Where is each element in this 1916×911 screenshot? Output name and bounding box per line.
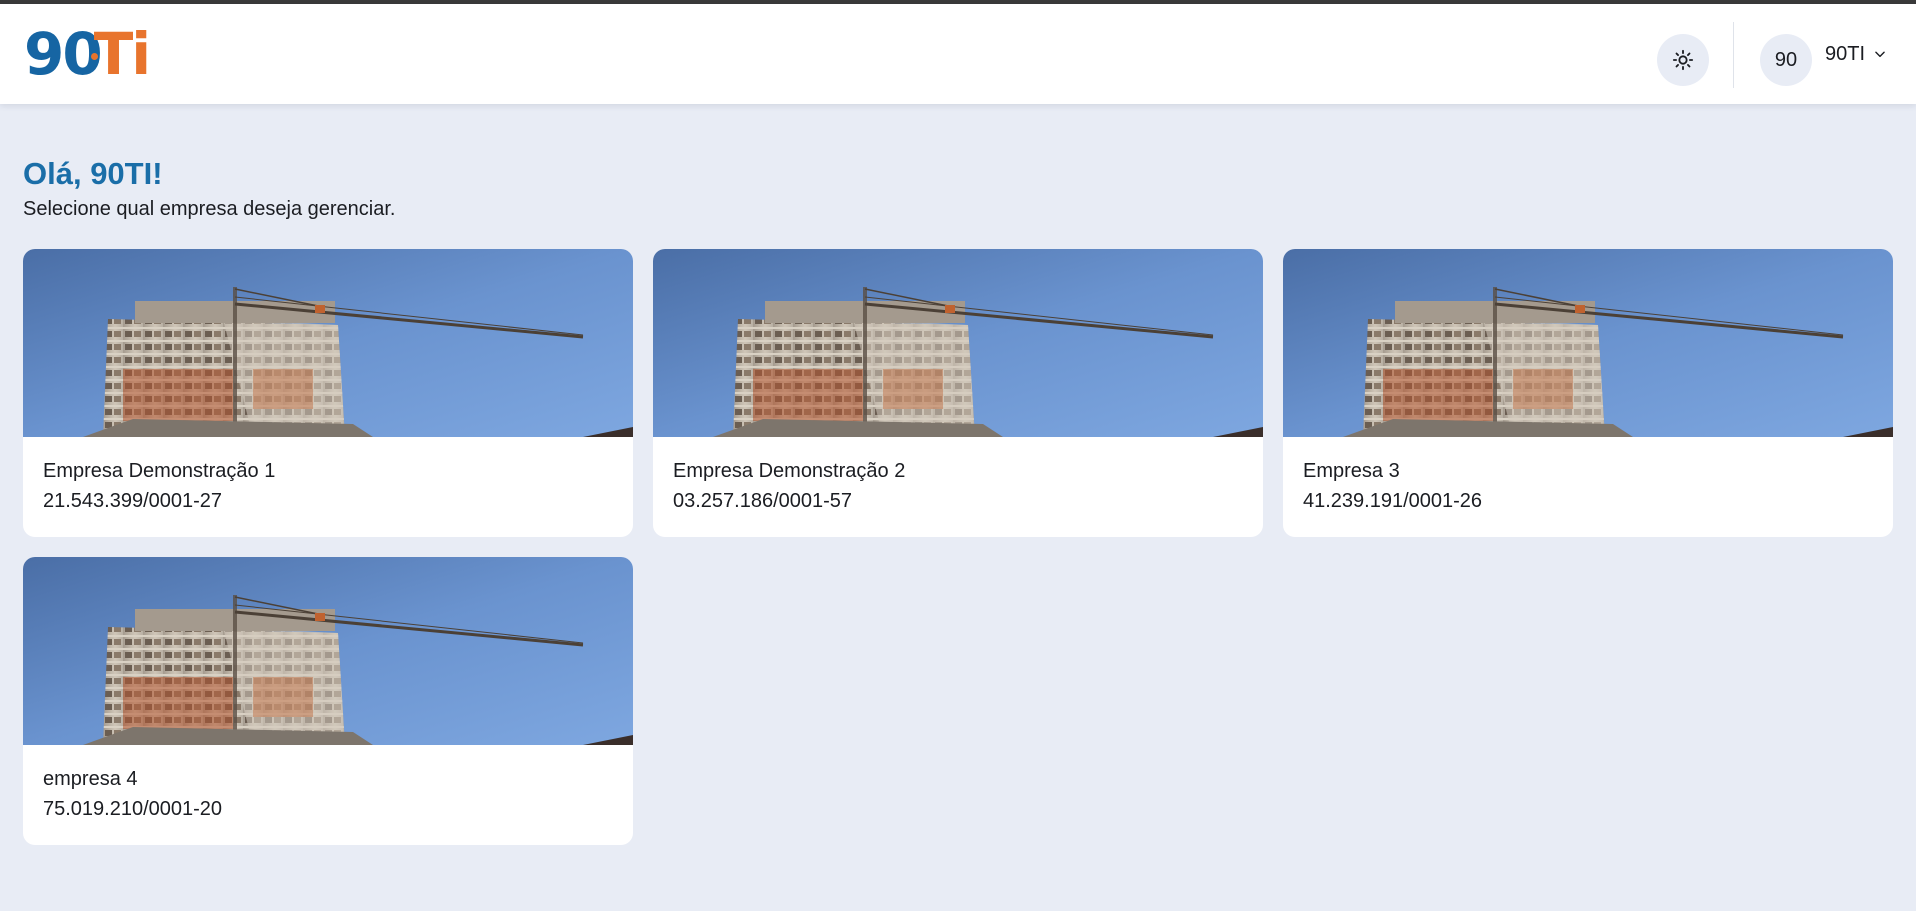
- user-menu-button[interactable]: 90TI: [1825, 40, 1887, 68]
- company-image: [23, 557, 633, 745]
- logo-dot: [90, 52, 98, 60]
- chevron-down-icon: [1875, 51, 1885, 58]
- company-name: Empresa Demonstração 1: [43, 460, 276, 482]
- company-name: empresa 4: [43, 768, 138, 790]
- theme-toggle-button[interactable]: [1657, 34, 1709, 86]
- sun-icon: [1672, 49, 1694, 71]
- user-name: 90TI: [1825, 42, 1866, 65]
- company-card[interactable]: empresa 4 75.019.210/0001-20: [23, 557, 633, 845]
- company-cnpj: 03.257.186/0001-57: [673, 490, 853, 512]
- company-cnpj: 75.019.210/0001-20: [43, 798, 223, 820]
- company-cnpj: 21.543.399/0001-27: [43, 490, 223, 512]
- brand-logo[interactable]: 9 0 Ti: [24, 20, 151, 88]
- page-subtitle: Selecione qual empresa deseja gerenciar.: [23, 198, 396, 220]
- company-card[interactable]: Empresa Demonstração 1 21.543.399/0001-2…: [23, 249, 633, 537]
- header-divider: [1733, 22, 1734, 88]
- company-image: [1283, 249, 1893, 437]
- company-image: [23, 249, 633, 437]
- company-card[interactable]: Empresa Demonstração 2 03.257.186/0001-5…: [653, 249, 1263, 537]
- company-grid: Empresa Demonstração 1 21.543.399/0001-2…: [23, 249, 1893, 845]
- app-header: 9 0 Ti 90 90TI: [0, 4, 1916, 104]
- company-name: Empresa 3: [1303, 460, 1400, 482]
- company-image: [653, 249, 1263, 437]
- logo-part-3: Ti: [93, 20, 151, 88]
- logo-part-1: 9: [24, 20, 64, 88]
- company-name: Empresa Demonstração 2: [673, 460, 906, 482]
- avatar[interactable]: 90: [1760, 34, 1812, 86]
- company-cnpj: 41.239.191/0001-26: [1303, 490, 1483, 512]
- avatar-initials: 90: [1774, 48, 1798, 71]
- page-title: Olá, 90TI!: [23, 156, 163, 191]
- company-card[interactable]: Empresa 3 41.239.191/0001-26: [1283, 249, 1893, 537]
